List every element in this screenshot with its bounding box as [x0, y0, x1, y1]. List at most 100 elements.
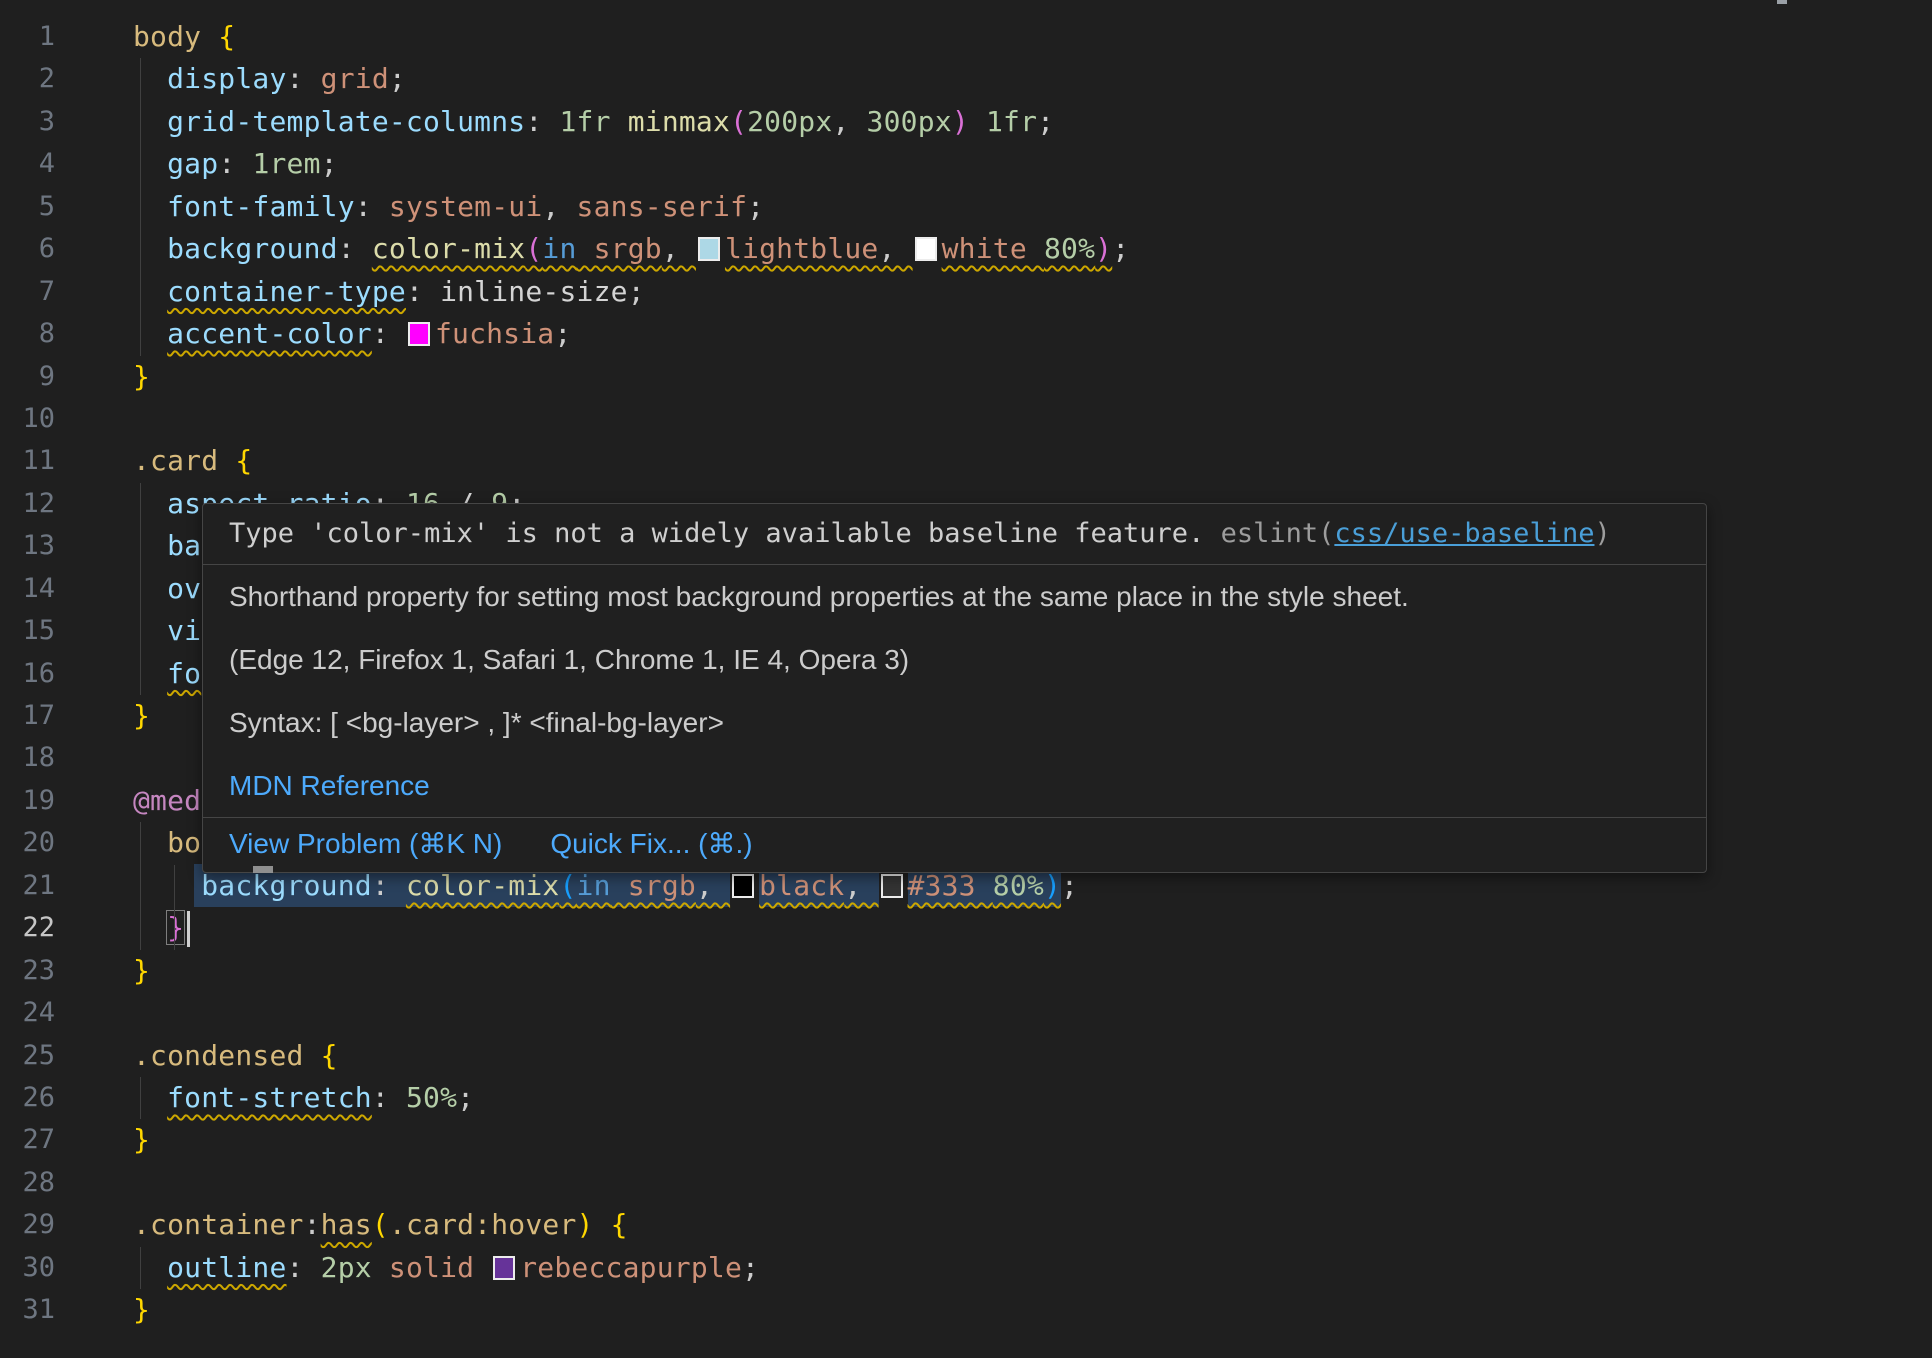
code-line[interactable]: 4 gap: 1rem; — [0, 143, 1932, 185]
code-line[interactable]: 28 — [0, 1162, 1932, 1204]
line-number[interactable]: 26 — [0, 1077, 55, 1119]
code-line[interactable]: 27} — [0, 1119, 1932, 1161]
line-number[interactable]: 17 — [0, 695, 55, 737]
code-text[interactable]: gap: 1rem; — [133, 143, 338, 185]
code-line[interactable]: 26 font-stretch: 50%; — [0, 1077, 1932, 1119]
line-number[interactable]: 15 — [0, 610, 55, 652]
line-number[interactable]: 18 — [0, 737, 55, 779]
line-number[interactable]: 20 — [0, 822, 55, 864]
code-text[interactable]: } — [133, 695, 150, 737]
code-text[interactable]: } — [133, 1289, 150, 1331]
line-number[interactable]: 14 — [0, 568, 55, 610]
code-text[interactable]: .condensed { — [133, 1035, 338, 1077]
code-text[interactable]: ov — [133, 568, 201, 610]
line-number[interactable]: 16 — [0, 653, 55, 695]
line-number[interactable]: 4 — [0, 143, 55, 185]
code-line[interactable]: 24 — [0, 992, 1932, 1034]
indent-guide — [140, 865, 141, 907]
eslint-rule-link[interactable]: css/use-baseline — [1334, 518, 1594, 549]
code-token: fo — [167, 657, 201, 690]
code-line[interactable]: 2 display: grid; — [0, 58, 1932, 100]
code-token: gap — [167, 147, 218, 180]
code-text[interactable]: } — [133, 1119, 150, 1161]
line-number[interactable]: 1 — [0, 16, 55, 58]
line-number[interactable]: 29 — [0, 1204, 55, 1246]
color-swatch[interactable] — [881, 874, 903, 898]
code-line[interactable]: 1 body { — [0, 16, 1932, 58]
code-line[interactable]: 9} — [0, 356, 1932, 398]
code-text[interactable]: bo — [133, 822, 201, 864]
code-token: vi — [167, 614, 201, 647]
code-text[interactable]: display: grid; — [133, 58, 406, 100]
line-number[interactable]: 8 — [0, 313, 55, 355]
code-line[interactable]: 5 font-family: system-ui, sans-serif; — [0, 186, 1932, 228]
hover-resize-grip[interactable] — [253, 866, 273, 873]
code-token: lightblue — [725, 232, 879, 265]
code-token: srgb — [577, 232, 662, 265]
code-text[interactable]: grid-template-columns: 1fr minmax(200px,… — [133, 101, 1054, 143]
color-swatch[interactable] — [493, 1256, 515, 1280]
code-text[interactable]: body { — [133, 16, 235, 58]
code-token: 1rem — [252, 147, 320, 180]
color-swatch[interactable] — [915, 237, 937, 261]
code-token: : — [218, 147, 252, 180]
code-line[interactable]: 3 grid-template-columns: 1fr minmax(200p… — [0, 101, 1932, 143]
code-line[interactable]: 30 outline: 2px solid rebeccapurple; — [0, 1247, 1932, 1289]
mdn-reference-link[interactable]: MDN Reference — [229, 769, 1680, 803]
color-swatch[interactable] — [732, 874, 754, 898]
color-swatch[interactable] — [408, 322, 430, 346]
line-number[interactable]: 7 — [0, 271, 55, 313]
line-number[interactable]: 10 — [0, 398, 55, 440]
code-text[interactable]: .container:has(.card:hover) { — [133, 1204, 628, 1246]
indent-guide — [140, 568, 141, 610]
line-number[interactable]: 12 — [0, 483, 55, 525]
code-line[interactable]: 7 container-type: inline-size; — [0, 271, 1932, 313]
line-number[interactable]: 25 — [0, 1035, 55, 1077]
code-token — [133, 232, 167, 265]
line-number[interactable]: 9 — [0, 356, 55, 398]
code-text[interactable]: } — [133, 907, 190, 949]
code-text[interactable]: fo — [133, 653, 201, 695]
line-number[interactable]: 23 — [0, 950, 55, 992]
line-number[interactable]: 6 — [0, 228, 55, 270]
line-number[interactable]: 30 — [0, 1247, 55, 1289]
code-line[interactable]: 23} — [0, 950, 1932, 992]
line-number[interactable]: 5 — [0, 186, 55, 228]
line-number[interactable]: 28 — [0, 1162, 55, 1204]
code-line[interactable]: 29 .container:has(.card:hover) { — [0, 1204, 1932, 1246]
line-number[interactable]: 21 — [0, 865, 55, 907]
line-number[interactable]: 27 — [0, 1119, 55, 1161]
code-text[interactable]: background: color-mix(in srgb, lightblue… — [133, 228, 1129, 270]
code-text[interactable]: } — [133, 950, 150, 992]
code-text[interactable]: accent-color: fuchsia; — [133, 313, 571, 355]
view-problem-action[interactable]: View Problem (⌘K N) — [229, 827, 502, 861]
line-number[interactable]: 2 — [0, 58, 55, 100]
code-line[interactable]: 22 } — [0, 907, 1932, 949]
line-number[interactable]: 3 — [0, 101, 55, 143]
code-text[interactable]: .card { — [133, 440, 252, 482]
code-text[interactable]: @med — [133, 780, 201, 822]
line-number[interactable]: 31 — [0, 1289, 55, 1331]
code-line[interactable]: 31} — [0, 1289, 1932, 1331]
code-text[interactable]: } — [133, 356, 150, 398]
code-line[interactable]: 25 .condensed { — [0, 1035, 1932, 1077]
hover-actions: View Problem (⌘K N) Quick Fix... (⌘.) — [203, 818, 1706, 872]
line-number[interactable]: 13 — [0, 525, 55, 567]
line-number[interactable]: 24 — [0, 992, 55, 1034]
code-line[interactable]: 8 accent-color: fuchsia; — [0, 313, 1932, 355]
code-text[interactable]: vi — [133, 610, 201, 652]
line-number[interactable]: 22 — [0, 907, 55, 949]
code-text[interactable]: container-type: inline-size; — [133, 271, 645, 313]
code-line[interactable]: 11 .card { — [0, 440, 1932, 482]
code-text[interactable]: font-family: system-ui, sans-serif; — [133, 186, 764, 228]
quick-fix-action[interactable]: Quick Fix... (⌘.) — [550, 827, 752, 861]
code-text[interactable]: font-stretch: 50%; — [133, 1077, 474, 1119]
line-number[interactable]: 19 — [0, 780, 55, 822]
code-line[interactable]: 10 — [0, 398, 1932, 440]
line-number[interactable]: 11 — [0, 440, 55, 482]
color-swatch[interactable] — [698, 237, 720, 261]
code-text[interactable]: outline: 2px solid rebeccapurple; — [133, 1247, 759, 1289]
code-line[interactable]: 6 background: color-mix(in srgb, lightbl… — [0, 228, 1932, 270]
code-token: { — [218, 20, 235, 53]
code-text[interactable]: ba — [133, 525, 201, 567]
